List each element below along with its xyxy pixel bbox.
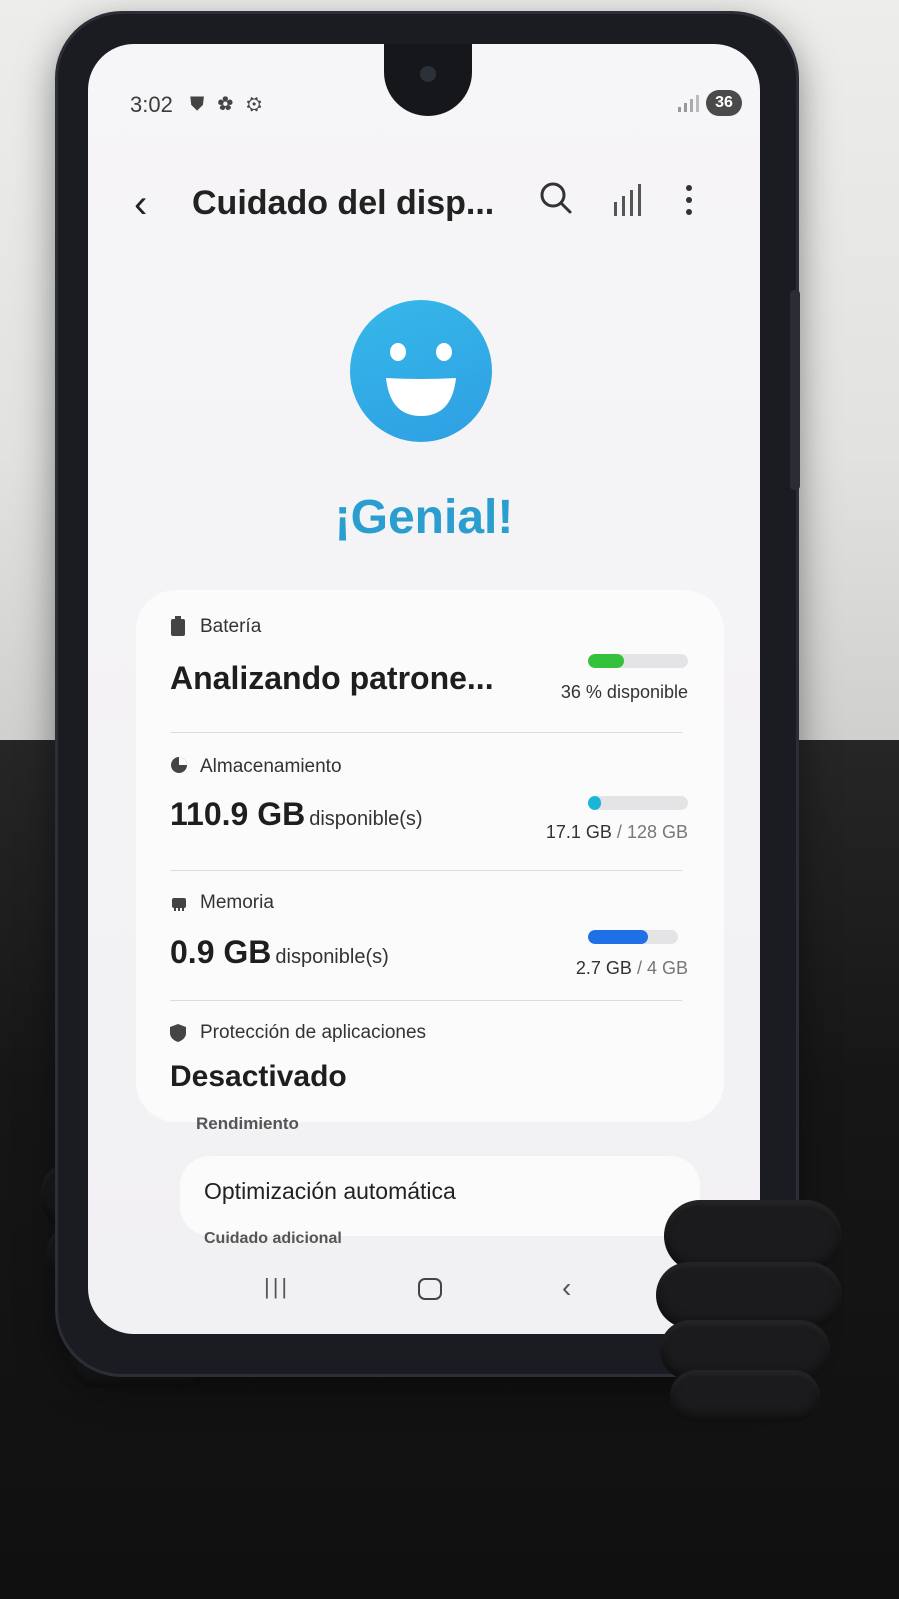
phone-side-button	[790, 290, 800, 490]
storage-unit: disponible(s)	[309, 808, 423, 830]
storage-separator: /	[616, 822, 622, 842]
memory-unit: disponible(s)	[275, 946, 389, 968]
memory-value: 0.9 GB	[170, 934, 272, 970]
signal-bars-icon	[678, 94, 700, 117]
divider	[170, 870, 682, 871]
additional-care-section-label: Cuidado adicional	[204, 1230, 342, 1247]
smiley-status-icon	[350, 300, 492, 442]
battery-level-badge: 36	[706, 90, 742, 116]
memory-label[interactable]: Memoria	[200, 892, 274, 914]
status-time: 3:02	[130, 92, 173, 117]
memory-chip-icon	[170, 894, 188, 912]
battery-bar-fill	[588, 654, 624, 668]
divider	[170, 732, 682, 733]
front-camera	[420, 66, 436, 82]
storage-icon	[170, 756, 188, 774]
storage-usage: 17.1 GB / 128 GB	[546, 822, 688, 843]
storage-label[interactable]: Almacenamiento	[200, 756, 342, 778]
battery-available: 36 % disponible	[560, 682, 688, 702]
battery-status[interactable]: Analizando patrone...	[170, 660, 494, 697]
shield-icon	[170, 1024, 188, 1042]
memory-bar	[588, 930, 678, 944]
back-button[interactable]: ‹	[134, 182, 147, 227]
device-care-card: Batería Analizando patrone... 36 % dispo…	[136, 590, 724, 1122]
more-options-icon[interactable]	[683, 182, 695, 218]
storage-used: 17.1 GB	[545, 822, 612, 842]
app-protection-status[interactable]: Desactivado	[170, 1060, 347, 1094]
performance-section-label: Rendimiento	[196, 1114, 299, 1133]
battery-icon	[170, 616, 188, 636]
status-message: ¡Genial!	[334, 491, 514, 544]
recent-apps-button[interactable]: |||	[264, 1274, 290, 1300]
home-button[interactable]	[418, 1278, 442, 1300]
phone-screen: 3:02 ⛊ ✿ ⚙ 36 ‹ Cuidado del disp... ¡Gen…	[88, 44, 760, 1334]
storage-total: 128 GB	[626, 822, 688, 842]
storage-bar	[588, 796, 688, 810]
battery-label[interactable]: Batería	[200, 616, 261, 638]
stand-right-thumb-base	[670, 1370, 820, 1422]
storage-value: 110.9 GB	[170, 796, 306, 832]
memory-available[interactable]: 0.9 GB disponible(s)	[170, 934, 389, 971]
memory-bar-fill	[588, 930, 649, 944]
memory-total: 4 GB	[646, 958, 688, 978]
stand-right-thumb-mid	[656, 1262, 842, 1328]
divider	[170, 1000, 682, 1001]
battery-bar	[588, 654, 688, 668]
app-protection-label[interactable]: Protección de aplicaciones	[200, 1022, 426, 1044]
search-icon[interactable]	[536, 178, 576, 218]
storage-bar-fill	[588, 796, 601, 810]
notification-icons: ⛊ ✿ ⚙	[190, 94, 266, 115]
memory-separator: /	[636, 958, 642, 978]
auto-optimization-item[interactable]: Optimización automática	[180, 1156, 700, 1236]
page-title: Cuidado del disp...	[192, 184, 495, 222]
memory-usage: 2.7 GB / 4 GB	[576, 958, 688, 979]
auto-optimization-label: Optimización automática	[204, 1178, 456, 1204]
storage-available[interactable]: 110.9 GB disponible(s)	[170, 796, 423, 833]
memory-used: 2.7 GB	[575, 958, 632, 978]
camera-notch	[384, 44, 472, 116]
stats-icon[interactable]	[612, 180, 644, 220]
nav-back-button[interactable]: ‹	[562, 1272, 571, 1304]
